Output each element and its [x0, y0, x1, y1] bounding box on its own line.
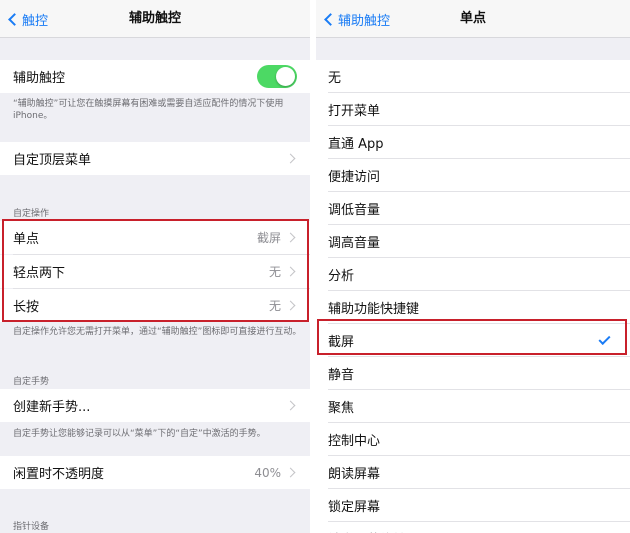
back-button[interactable]: 触控	[6, 0, 48, 38]
option-label: 控制中心	[328, 434, 381, 449]
option-row[interactable]: 调低音量	[316, 192, 630, 225]
option-row[interactable]: 静音	[316, 357, 630, 390]
chevron-right-icon	[285, 153, 296, 164]
action-value: 无	[268, 265, 281, 279]
option-label: 直通 App	[328, 137, 384, 152]
option-row[interactable]: 控制中心	[316, 423, 630, 456]
back-button-label: 触控	[22, 13, 49, 29]
option-row[interactable]: 分析	[316, 258, 630, 291]
chevron-right-icon	[285, 266, 296, 277]
action-value: 截屏	[256, 231, 281, 245]
option-row[interactable]: 打开菜单	[316, 93, 630, 126]
option-row[interactable]: 锁定屏幕旋转	[316, 522, 630, 533]
single-tap-options-pane: 辅助触控 单点 无打开菜单直通 App 便捷访问调低音量调高音量分析辅助功能快捷键…	[316, 0, 630, 533]
option-row[interactable]: 无	[316, 60, 630, 93]
create-gesture-row[interactable]: 创建新手势...	[0, 389, 310, 422]
checkmark-icon	[598, 332, 611, 345]
option-label: 打开菜单	[328, 104, 381, 119]
custom-actions-header: 自定操作	[13, 209, 50, 219]
custom-gestures-header: 自定手势	[13, 377, 50, 387]
action-label: 单点	[13, 232, 40, 247]
option-row[interactable]: 锁定屏幕	[316, 489, 630, 522]
action-row-single-tap[interactable]: 单点 截屏	[0, 221, 310, 254]
action-label: 长按	[13, 300, 40, 315]
option-label: 锁定屏幕旋转	[328, 529, 630, 533]
idle-opacity-label: 闲置时不透明度	[13, 467, 105, 482]
chevron-right-icon	[285, 400, 296, 411]
option-row[interactable]: 调高音量	[316, 225, 630, 258]
chevron-right-icon	[285, 467, 296, 478]
action-row-double-tap[interactable]: 轻点两下 无	[0, 255, 310, 288]
idle-opacity-value: 40%	[254, 465, 281, 480]
option-label: 调低音量	[328, 203, 381, 218]
assistive-touch-toggle[interactable]	[257, 65, 297, 88]
chevron-right-icon	[285, 232, 296, 243]
option-row[interactable]: 辅助功能快捷键	[316, 291, 630, 324]
custom-gestures-note: 自定手势让您能够记录可以从“菜单”下的“自定”中激活的手势。	[13, 429, 266, 439]
back-button[interactable]: 辅助触控	[322, 0, 390, 38]
chevron-left-icon	[324, 12, 337, 26]
option-label: 朗读屏幕	[328, 467, 381, 482]
action-row-long-press[interactable]: 长按 无	[0, 289, 310, 322]
option-label: 截屏	[328, 335, 355, 350]
option-label: 调高音量	[328, 236, 381, 251]
option-label: 静音	[328, 368, 355, 383]
option-label: 便捷访问	[328, 170, 381, 185]
option-row[interactable]: 便捷访问	[316, 159, 630, 192]
assistive-touch-settings-pane: 触控 辅助触控 辅助触控 “辅助触控”可让您在触摸屏幕有困难或需要自适应配件的情…	[0, 0, 310, 533]
action-label: 轻点两下	[13, 266, 66, 281]
back-button-label: 辅助触控	[338, 13, 391, 29]
option-label: 分析	[328, 269, 355, 284]
custom-actions-note: 自定操作允许您无需打开菜单，通过“辅助触控”图标即可直接进行互动。	[13, 327, 302, 337]
custom-top-menu-row[interactable]: 自定顶层菜单	[0, 142, 310, 175]
custom-top-menu-label: 自定顶层菜单	[13, 153, 92, 168]
option-label: 锁定屏幕	[328, 500, 381, 515]
option-label: 聚焦	[328, 401, 355, 416]
chevron-right-icon	[285, 300, 296, 311]
option-row[interactable]: 直通 App	[316, 126, 630, 159]
create-gesture-label: 创建新手势...	[13, 400, 91, 415]
assistive-touch-note: “辅助触控”可让您在触摸屏幕有困难或需要自适应配件的情况下使用iPhone。	[13, 99, 284, 121]
toggle-knob	[276, 67, 295, 86]
action-value: 无	[268, 299, 281, 313]
option-row[interactable]: 聚焦	[316, 390, 630, 423]
option-row[interactable]: 截屏	[316, 324, 630, 357]
navigation-bar: 触控 辅助触控	[0, 0, 310, 38]
chevron-left-icon	[8, 12, 21, 26]
navigation-bar: 辅助触控 单点	[316, 0, 630, 38]
option-label: 无	[328, 71, 342, 86]
idle-opacity-row[interactable]: 闲置时不透明度 40%	[0, 456, 310, 489]
pointer-devices-header: 指针设备	[13, 522, 50, 532]
option-label: 辅助功能快捷键	[328, 302, 420, 317]
assistive-touch-row: 辅助触控	[0, 60, 310, 93]
option-row[interactable]: 朗读屏幕	[316, 456, 630, 489]
